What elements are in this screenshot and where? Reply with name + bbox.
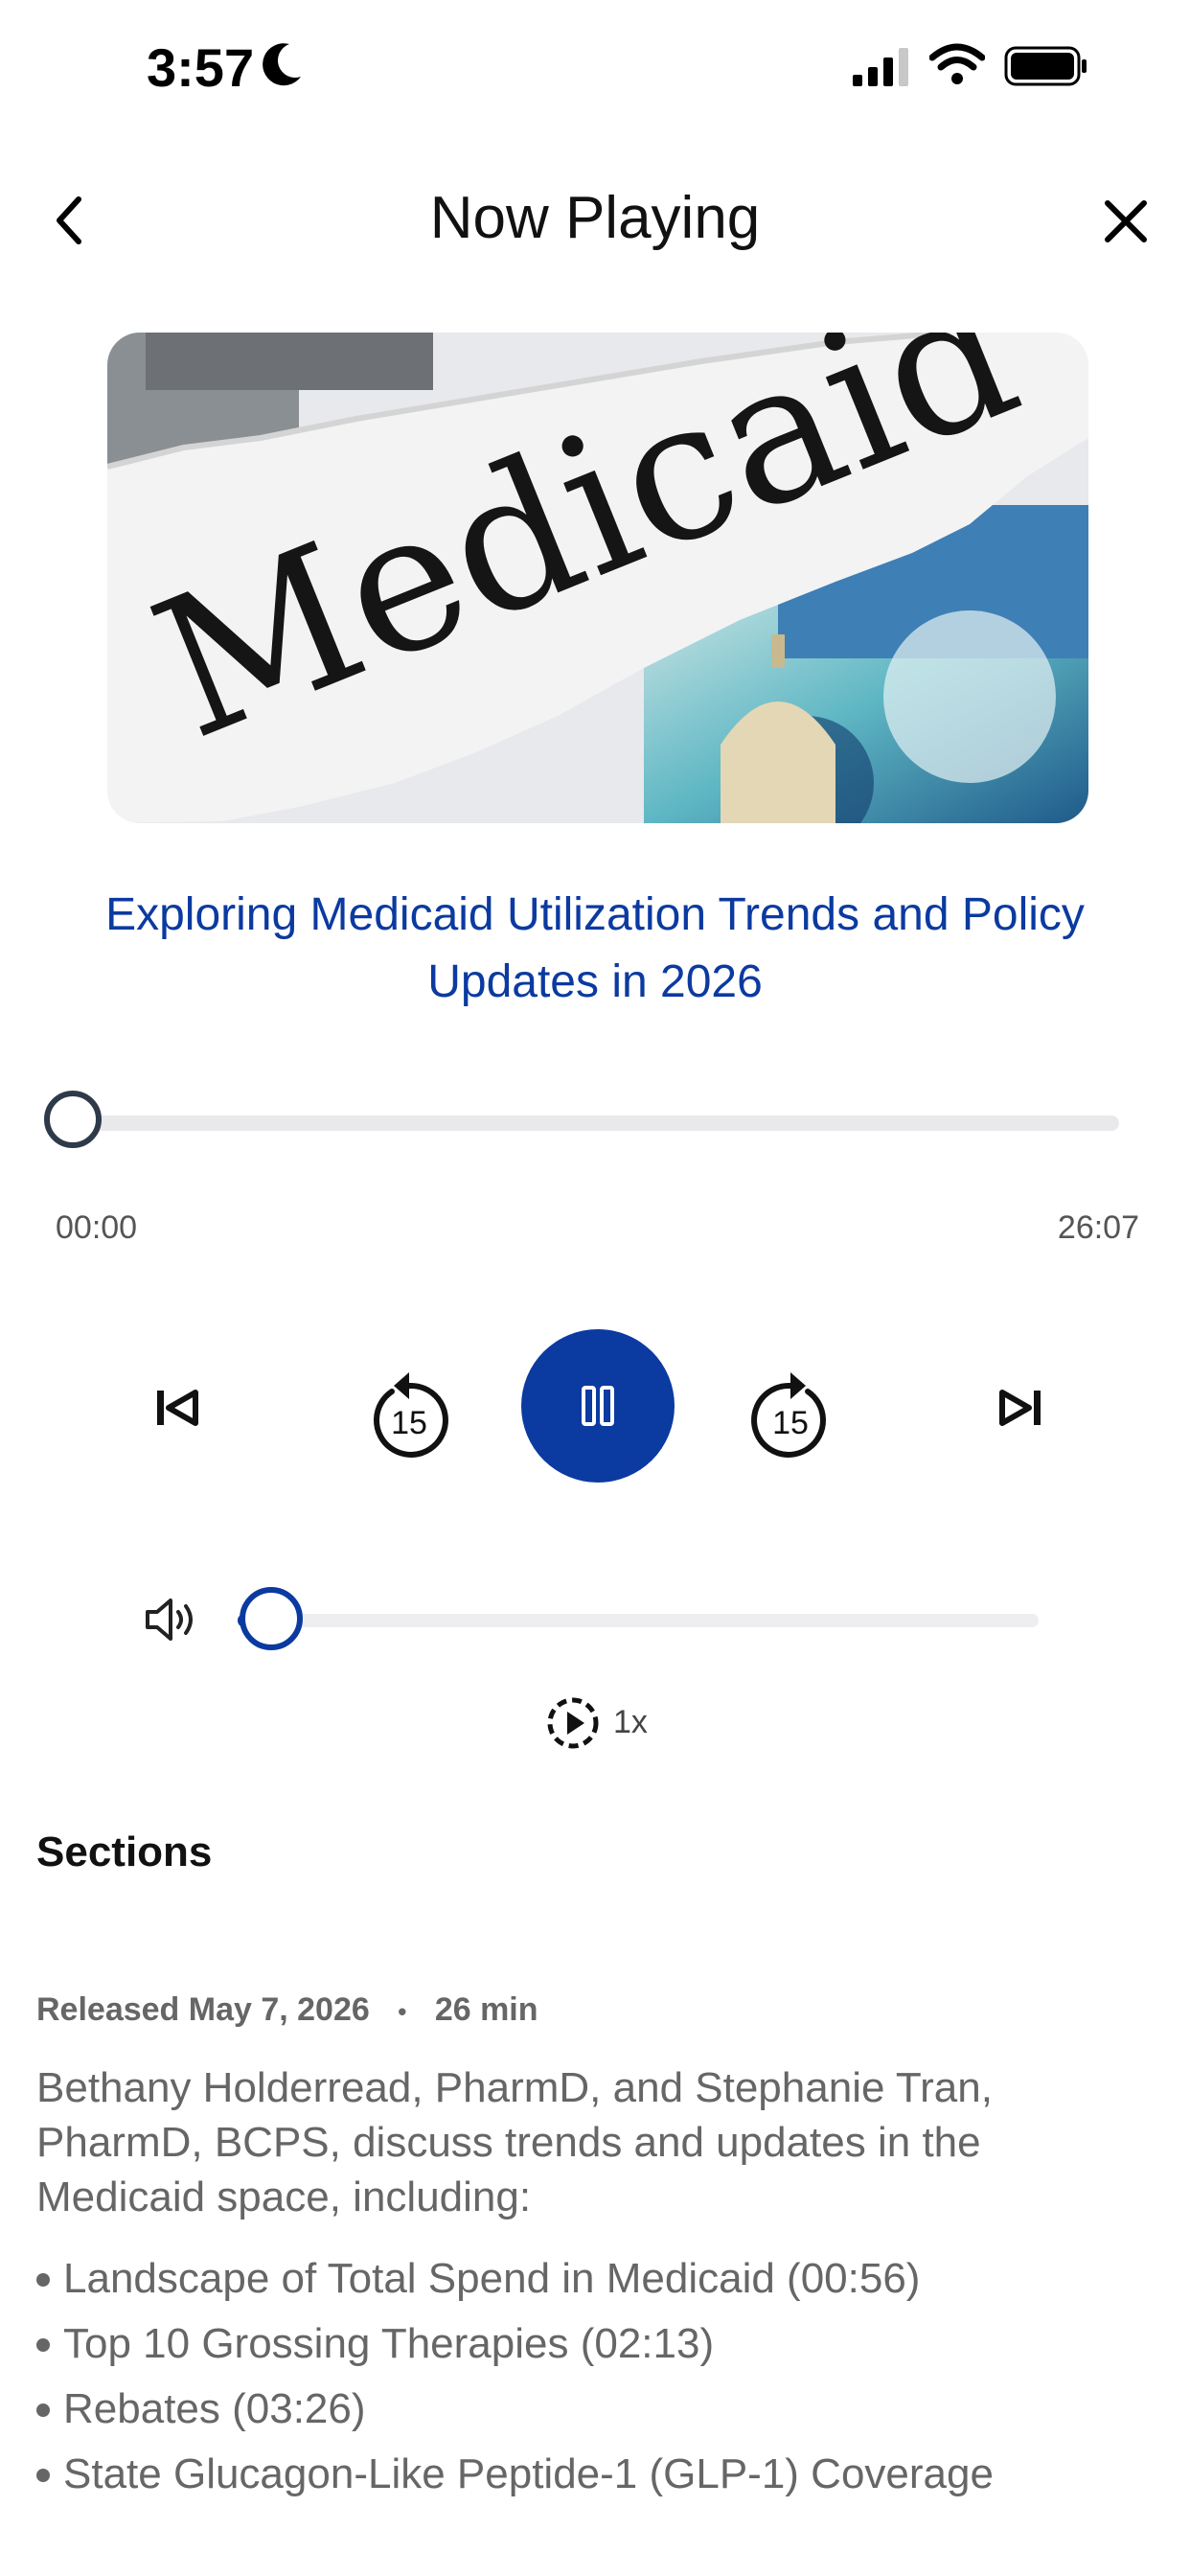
time-total: 26:07 (1057, 1209, 1139, 1246)
wifi-icon (929, 43, 985, 84)
volume-track[interactable] (238, 1614, 1039, 1627)
cellular-signal-icon (853, 48, 908, 86)
volume-icon[interactable] (144, 1595, 197, 1644)
previous-button[interactable] (125, 1355, 230, 1460)
playback-speed-icon[interactable] (546, 1696, 600, 1750)
section-item[interactable]: State Glucagon-Like Peptide-1 (GLP-1) Co… (36, 2442, 1157, 2507)
section-item[interactable]: Top 10 Grossing Therapies (02:13) (36, 2312, 1157, 2377)
section-list: Landscape of Total Spend in Medicaid (00… (36, 2246, 1157, 2507)
moon-icon (263, 43, 301, 86)
skip-previous-icon (157, 1390, 198, 1426)
episode-meta: Released May 7, 2026 • 26 min (36, 1991, 538, 2029)
rewind-seconds: 15 (391, 1405, 427, 1441)
close-button[interactable] (1102, 197, 1150, 245)
forward-seconds: 15 (772, 1405, 809, 1441)
episode-artwork: Medicaid (107, 333, 1088, 823)
meta-separator: • (398, 1996, 407, 2026)
release-date: Released May 7, 2026 (36, 1991, 370, 2028)
progress-thumb[interactable] (44, 1091, 102, 1148)
time-elapsed: 00:00 (56, 1209, 138, 1246)
page-title: Now Playing (429, 185, 761, 251)
rewind-15-icon: 15 (373, 1372, 448, 1458)
section-item[interactable]: Rebates (03:26) (36, 2377, 1157, 2442)
next-button[interactable] (968, 1355, 1073, 1460)
forward-15-icon: 15 (751, 1372, 827, 1458)
volume-thumb[interactable] (240, 1587, 304, 1650)
sections-heading: Sections (36, 1828, 213, 1875)
section-item[interactable]: Landscape of Total Spend in Medicaid (00… (36, 2246, 1157, 2312)
status-time: 3:57 (147, 37, 255, 98)
progress-track[interactable] (77, 1116, 1119, 1131)
skip-next-icon (999, 1390, 1041, 1426)
forward-15-button[interactable]: 15 (738, 1355, 843, 1460)
episode-description: Bethany Holderread, PharmD, and Stephani… (36, 2064, 993, 2220)
battery-icon (1004, 46, 1087, 86)
pause-button[interactable] (521, 1329, 675, 1483)
playback-speed-label[interactable]: 1x (613, 1704, 648, 1741)
rewind-15-button[interactable]: 15 (356, 1355, 462, 1460)
episode-title: Exploring Medicaid Utilization Trends an… (105, 889, 1085, 1007)
episode-duration: 26 min (434, 1991, 538, 2028)
pause-icon (582, 1386, 614, 1426)
